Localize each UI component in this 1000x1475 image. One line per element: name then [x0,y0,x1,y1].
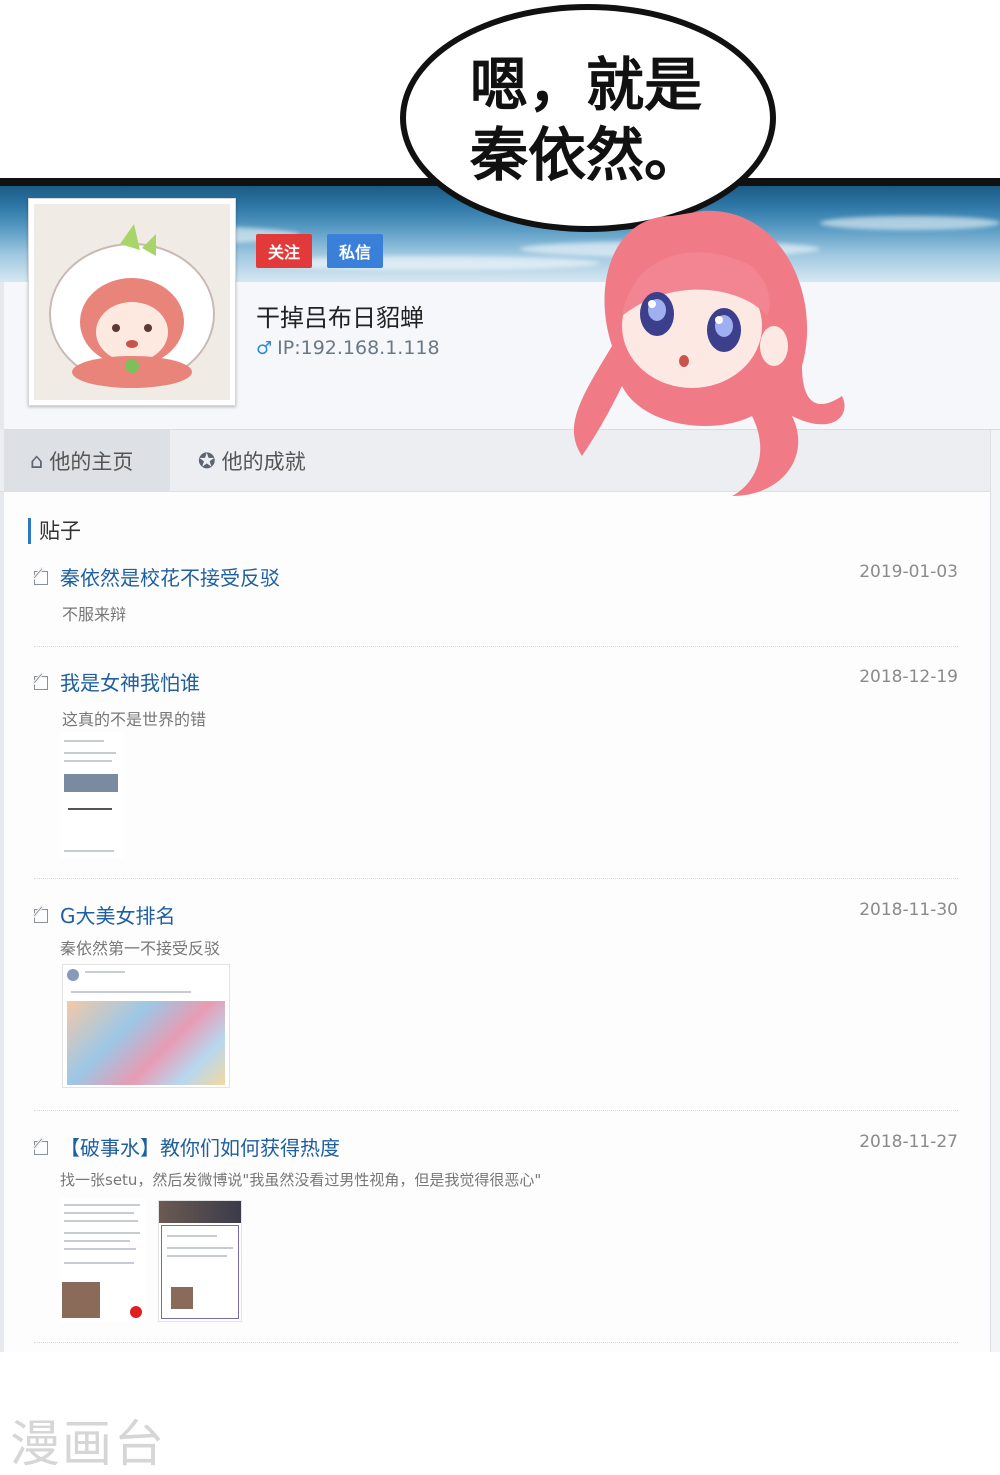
tab-home-label: 他的主页 [49,450,134,474]
achievement-icon: ✪ [198,449,216,473]
post-title[interactable]: 我是女神我怕谁 [60,667,200,696]
home-icon: ⌂ [30,449,44,473]
follow-button[interactable]: 关注 [256,234,312,268]
speech-line-1: 嗯，就是 [470,51,703,119]
username: 干掉吕布日貂蝉 [256,304,424,332]
speech-line-2: 秦依然。 [470,121,703,189]
section-title: 贴子 [28,518,81,544]
post-description: 这真的不是世界的错 [62,710,207,729]
post-item: 【破事水】教你们如何获得热度 2018-11-27 找一张setu，然后发微博说… [32,1132,958,1190]
avatar[interactable] [28,198,236,406]
avatar-image [34,204,230,400]
ip-address: ♂ IP:192.168.1.118 [256,337,440,359]
gender-icon: ♂ [256,337,273,359]
chibi-character [573,210,845,496]
post-divider [34,1110,958,1111]
post-thumbnail[interactable] [60,732,124,858]
tab-achievements-label: 他的成就 [221,450,306,474]
tab-home[interactable]: ⌂ 他的主页 [4,430,170,492]
post-date: 2018-11-27 [859,1132,958,1152]
post-item: 秦依然是校花不接受反驳 2019-01-03 不服来辩 [32,562,958,625]
post-divider [34,878,958,879]
post-date: 2018-11-30 [859,900,958,920]
post-description: 秦依然第一不接受反驳 [60,939,221,958]
post-item: 我是女神我怕谁 2018-12-19 这真的不是世界的错 [32,667,958,730]
right-border [990,430,1000,1352]
edit-icon [32,904,52,924]
post-description: 找一张setu，然后发微博说"我虽然没看过男性视角，但是我觉得很恶心" [60,1171,542,1189]
post-thumbnail[interactable] [60,1198,146,1322]
post-thumbnail[interactable] [62,964,230,1088]
post-title[interactable]: 【破事水】教你们如何获得热度 [60,1132,340,1161]
post-date: 2018-12-19 [859,667,958,687]
tab-achievements[interactable]: ✪ 他的成就 [172,430,332,492]
post-item: G大美女排名 2018-11-30 秦依然第一不接受反驳 [32,900,958,959]
post-date: 2019-01-03 [859,562,958,582]
private-message-button[interactable]: 私信 [327,234,383,268]
post-title[interactable]: G大美女排名 [60,900,176,929]
post-divider [34,1342,958,1343]
post-divider [34,646,958,647]
watermark: 漫画台 [10,1415,166,1473]
edit-icon [32,1136,52,1156]
speech-bubble-text: 嗯，就是 秦依然。 [470,50,702,190]
edit-icon [32,671,52,691]
post-thumbnail[interactable] [158,1200,242,1322]
post-title[interactable]: 秦依然是校花不接受反驳 [60,562,280,591]
ip-text: IP:192.168.1.118 [277,337,440,359]
post-description: 不服来辩 [62,605,127,624]
edit-icon [32,566,52,586]
